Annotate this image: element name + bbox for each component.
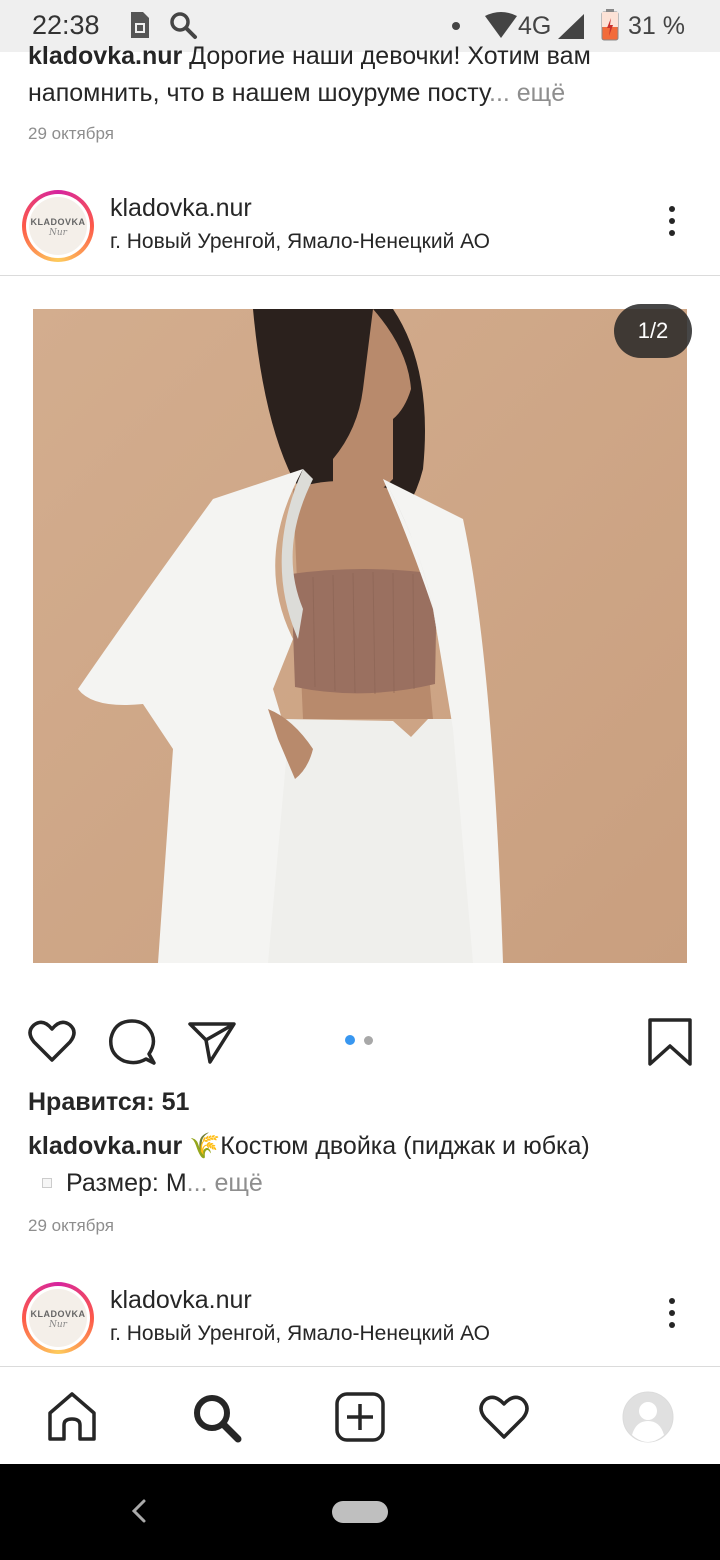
search-icon xyxy=(170,12,197,39)
activity-heart-icon[interactable] xyxy=(476,1389,532,1445)
post-photo-illustration xyxy=(33,309,687,963)
more-link[interactable]: ... ещё xyxy=(489,79,565,107)
network-type: 4G xyxy=(518,12,552,40)
signal-icon xyxy=(558,14,584,39)
avatar[interactable]: KLADOVKA Nur xyxy=(22,190,94,262)
more-link[interactable]: ... ещё xyxy=(187,1169,263,1197)
caption-username[interactable]: kladovka.nur xyxy=(28,42,182,70)
bullet-icon xyxy=(42,1177,52,1188)
previous-post-caption: kladovka.nur Дорогие наши девочки! Хотим… xyxy=(28,38,698,112)
search-icon[interactable] xyxy=(188,1389,244,1445)
carousel-dot-active xyxy=(345,1035,355,1045)
caption-line-2: Размер: M xyxy=(66,1169,187,1197)
post-caption: kladovka.nur 🌾Костюм двойка (пиджак и юб… xyxy=(28,1128,698,1202)
like-heart-icon[interactable] xyxy=(26,1016,78,1068)
avatar[interactable]: KLADOVKA Nur xyxy=(22,1282,94,1354)
home-icon[interactable] xyxy=(44,1389,100,1445)
post-header: KLADOVKA Nur kladovka.nur г. Новый Уренг… xyxy=(0,180,720,274)
post-location[interactable]: г. Новый Уренгой, Ямало-Ненецкий АО xyxy=(110,230,490,254)
carousel-counter: 1/2 xyxy=(614,304,692,358)
caption-line-1: 🌾Костюм двойка (пиджак и юбка) xyxy=(182,1132,590,1160)
back-icon[interactable] xyxy=(126,1496,150,1526)
bookmark-icon[interactable] xyxy=(644,1016,696,1068)
bottom-nav xyxy=(0,1366,720,1464)
post-username[interactable]: kladovka.nur xyxy=(110,194,252,223)
caption-username[interactable]: kladovka.nur xyxy=(28,1132,182,1160)
more-options-icon[interactable] xyxy=(660,1298,684,1338)
carousel-dot xyxy=(364,1036,373,1045)
wifi-icon xyxy=(485,12,517,38)
battery-level: 31 % xyxy=(628,12,685,40)
post-date: 29 октября xyxy=(28,124,114,143)
next-post-header: KLADOVKA Nur kladovka.nur г. Новый Уренг… xyxy=(0,1272,720,1366)
sim-icon xyxy=(131,12,149,38)
more-options-icon[interactable] xyxy=(660,206,684,246)
comment-icon[interactable] xyxy=(106,1016,158,1068)
post-image[interactable] xyxy=(33,309,687,963)
dot-icon xyxy=(452,22,460,30)
profile-icon[interactable] xyxy=(620,1389,676,1445)
status-time: 22:38 xyxy=(32,10,100,40)
add-post-icon[interactable] xyxy=(332,1389,388,1445)
likes-count[interactable]: Нравится: 51 xyxy=(28,1088,189,1117)
battery-icon xyxy=(601,9,619,41)
post-location[interactable]: г. Новый Уренгой, Ямало-Ненецкий АО xyxy=(110,1322,490,1346)
post-date: 29 октября xyxy=(28,1216,114,1235)
post-username[interactable]: kladovka.nur xyxy=(110,1286,252,1315)
divider xyxy=(0,275,720,276)
home-pill[interactable] xyxy=(332,1501,388,1523)
share-icon[interactable] xyxy=(186,1016,238,1068)
